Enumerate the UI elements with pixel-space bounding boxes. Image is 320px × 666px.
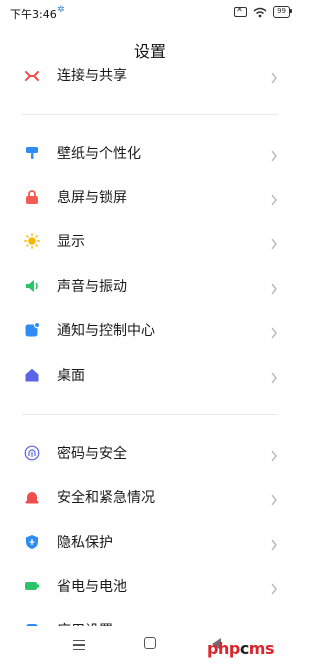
lock-icon xyxy=(24,189,40,205)
settings-item-sound[interactable]: 声音与振动 xyxy=(0,264,300,308)
gear-icon: ✲ xyxy=(57,5,65,15)
battery-icon xyxy=(24,578,40,594)
privacy-shield-icon xyxy=(24,534,40,550)
navigation-bar: phpcms xyxy=(0,626,300,666)
section-divider xyxy=(22,414,278,415)
settings-item-notifications[interactable]: 通知与控制中心 xyxy=(0,308,300,352)
status-time: 下午3:46 xyxy=(10,8,57,21)
settings-item-connection-sharing[interactable]: 连接与共享 xyxy=(0,53,300,97)
sun-icon xyxy=(24,233,40,249)
settings-item-label: 连接与共享 xyxy=(57,68,127,84)
status-bar: 下午3:46 ✲ 99 xyxy=(0,0,300,26)
battery-status-icon: 99 xyxy=(273,6,292,18)
settings-item-label: 显示 xyxy=(57,234,85,250)
wifi-icon xyxy=(253,7,267,18)
settings-item-emergency[interactable]: 安全和紧急情况 xyxy=(0,475,300,519)
no-sim-icon xyxy=(234,5,248,17)
status-icons: 99 xyxy=(234,5,292,18)
chevron-right-icon xyxy=(270,491,278,506)
chevron-right-icon xyxy=(270,147,278,162)
emergency-icon xyxy=(24,489,40,505)
settings-item-label: 密码与安全 xyxy=(57,446,127,462)
watermark: phpcms xyxy=(207,639,274,658)
settings-item-battery[interactable]: 省电与电池 xyxy=(0,564,300,608)
fingerprint-icon xyxy=(24,445,40,461)
chevron-right-icon xyxy=(270,324,278,339)
speaker-icon xyxy=(24,278,40,294)
chevron-right-icon xyxy=(270,280,278,295)
chevron-right-icon xyxy=(270,369,278,384)
chevron-right-icon xyxy=(270,69,278,84)
chevron-right-icon xyxy=(270,536,278,551)
wallpaper-icon xyxy=(24,145,40,161)
settings-item-label: 壁纸与个性化 xyxy=(57,146,141,162)
home-button[interactable] xyxy=(144,637,156,649)
settings-item-password-security[interactable]: 密码与安全 xyxy=(0,431,300,475)
settings-item-label: 安全和紧急情况 xyxy=(57,490,155,506)
settings-item-display[interactable]: 显示 xyxy=(0,219,300,263)
settings-item-label: 通知与控制中心 xyxy=(57,323,155,339)
settings-item-privacy[interactable]: 隐私保护 xyxy=(0,520,300,564)
chevron-right-icon xyxy=(270,235,278,250)
settings-item-label: 隐私保护 xyxy=(57,535,113,551)
settings-item-label: 桌面 xyxy=(57,368,85,384)
notification-icon xyxy=(24,321,41,338)
settings-item-wallpaper[interactable]: 壁纸与个性化 xyxy=(0,131,300,175)
chevron-right-icon xyxy=(270,191,278,206)
section-divider xyxy=(22,114,278,115)
settings-item-lockscreen[interactable]: 息屏与锁屏 xyxy=(0,175,300,219)
settings-item-label: 省电与电池 xyxy=(57,579,127,595)
share-icon xyxy=(24,67,40,83)
settings-item-desktop[interactable]: 桌面 xyxy=(0,353,300,397)
home-icon xyxy=(24,367,40,383)
recent-apps-button[interactable] xyxy=(73,640,85,650)
chevron-right-icon xyxy=(270,447,278,462)
settings-item-label: 声音与振动 xyxy=(57,279,127,295)
chevron-right-icon xyxy=(270,580,278,595)
settings-item-label: 息屏与锁屏 xyxy=(57,190,127,206)
